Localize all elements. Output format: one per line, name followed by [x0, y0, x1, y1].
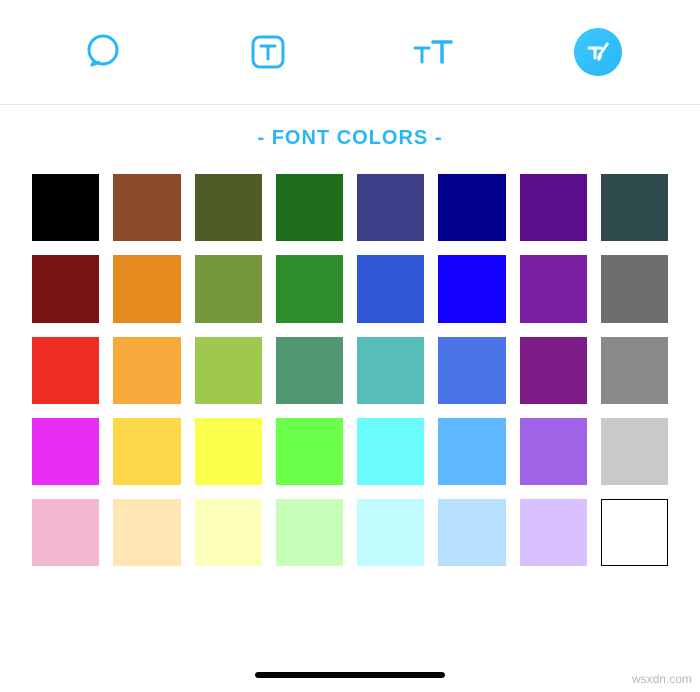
- color-swatch[interactable]: [32, 337, 99, 404]
- color-swatch[interactable]: [32, 174, 99, 241]
- color-swatch[interactable]: [601, 418, 668, 485]
- color-swatch[interactable]: [520, 174, 587, 241]
- color-swatch[interactable]: [520, 499, 587, 566]
- color-swatch[interactable]: [601, 337, 668, 404]
- color-swatch[interactable]: [276, 418, 343, 485]
- color-swatch[interactable]: [438, 255, 505, 322]
- color-swatch[interactable]: [195, 337, 262, 404]
- color-swatch[interactable]: [357, 499, 424, 566]
- brush-icon: [581, 35, 615, 69]
- color-swatch[interactable]: [601, 174, 668, 241]
- color-swatch[interactable]: [520, 255, 587, 322]
- color-swatch[interactable]: [113, 337, 180, 404]
- color-swatch[interactable]: [113, 499, 180, 566]
- color-swatch[interactable]: [357, 174, 424, 241]
- color-swatch[interactable]: [438, 337, 505, 404]
- color-swatch[interactable]: [32, 255, 99, 322]
- color-swatch[interactable]: [520, 337, 587, 404]
- color-grid: [0, 166, 700, 566]
- color-swatch[interactable]: [113, 418, 180, 485]
- color-swatch[interactable]: [520, 418, 587, 485]
- section-title: - FONT COLORS -: [0, 105, 700, 166]
- tab-speech-bubble[interactable]: [79, 28, 127, 76]
- color-swatch[interactable]: [32, 499, 99, 566]
- color-swatch[interactable]: [276, 499, 343, 566]
- color-swatch[interactable]: [195, 174, 262, 241]
- color-swatch[interactable]: [357, 337, 424, 404]
- color-swatch[interactable]: [113, 174, 180, 241]
- color-swatch[interactable]: [357, 255, 424, 322]
- color-swatch[interactable]: [601, 499, 668, 566]
- speech-bubble-icon: [83, 32, 123, 72]
- color-swatch[interactable]: [438, 499, 505, 566]
- watermark: wsxdn.com: [632, 672, 692, 686]
- color-swatch[interactable]: [195, 255, 262, 322]
- home-indicator: [255, 672, 445, 678]
- color-swatch[interactable]: [438, 174, 505, 241]
- color-swatch[interactable]: [276, 174, 343, 241]
- color-swatch[interactable]: [438, 418, 505, 485]
- color-swatch[interactable]: [195, 418, 262, 485]
- tab-text-size[interactable]: [409, 28, 457, 76]
- tab-text-box[interactable]: [244, 28, 292, 76]
- color-swatch[interactable]: [276, 337, 343, 404]
- toolbar: [0, 0, 700, 105]
- color-swatch[interactable]: [113, 255, 180, 322]
- text-box-icon: [248, 32, 288, 72]
- color-swatch[interactable]: [195, 499, 262, 566]
- color-swatch[interactable]: [357, 418, 424, 485]
- color-swatch[interactable]: [276, 255, 343, 322]
- text-size-icon: [411, 32, 455, 72]
- tab-font-color[interactable]: [574, 28, 622, 76]
- color-swatch[interactable]: [32, 418, 99, 485]
- color-swatch[interactable]: [601, 255, 668, 322]
